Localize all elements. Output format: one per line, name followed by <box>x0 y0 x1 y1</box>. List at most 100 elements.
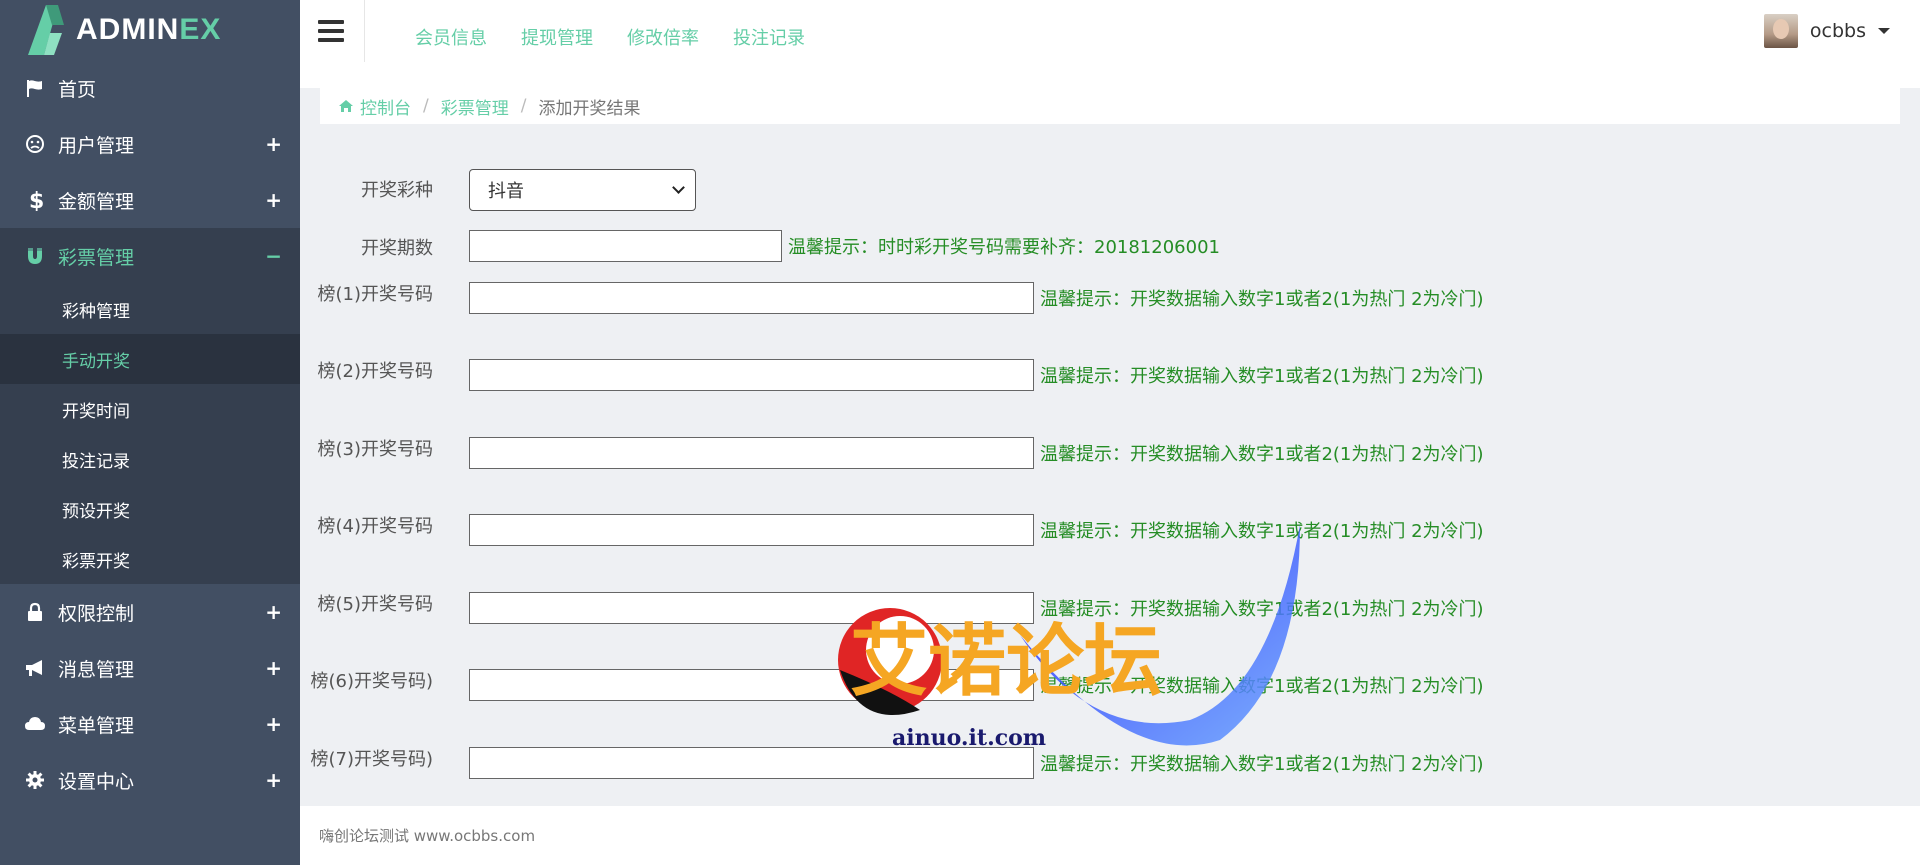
rank-input[interactable] <box>469 592 1034 624</box>
period-input[interactable] <box>469 230 782 262</box>
form-row-rank: 榜(5)开奖号码 温馨提示：开奖数据输入数字1或者2(1为热门 2为冷门) <box>300 592 1484 624</box>
expand-icon: + <box>265 768 282 792</box>
form-row-rank: 榜(3)开奖号码 温馨提示：开奖数据输入数字1或者2(1为热门 2为冷门) <box>300 437 1484 469</box>
form-row-rank: 榜(1)开奖号码 温馨提示：开奖数据输入数字1或者2(1为热门 2为冷门) <box>300 282 1484 314</box>
top-header: 会员信息 提现管理 修改倍率 投注记录 ocbbs <box>300 0 1920 88</box>
expand-icon: + <box>265 712 282 736</box>
lock-icon <box>24 601 46 623</box>
chevron-down-icon <box>672 181 685 194</box>
form-row-rank: 榜(7)开奖号码) 温馨提示：开奖数据输入数字1或者2(1为热门 2为冷门) <box>300 747 1484 779</box>
user-menu[interactable]: ocbbs <box>1763 14 1890 48</box>
sidebar: ADMINEX 首页 用户管理 + $ 金额管理 + 彩票管理 − 彩种管理 手… <box>0 0 300 865</box>
sidebar-item-label: 首页 <box>58 78 97 101</box>
sidebar-item-settings[interactable]: 设置中心 + <box>0 752 300 808</box>
rank-input[interactable] <box>469 514 1034 546</box>
rank-input[interactable] <box>469 282 1034 314</box>
period-label: 开奖期数 <box>361 238 433 259</box>
form-row-period: 开奖期数 温馨提示：时时彩开奖号码需要补齐：20181206001 <box>300 230 1220 262</box>
rank-hint: 温馨提示：开奖数据输入数字1或者2(1为热门 2为冷门) <box>1040 289 1484 310</box>
top-nav-bet-records[interactable]: 投注记录 <box>733 24 805 50</box>
period-hint: 温馨提示：时时彩开奖号码需要补齐：20181206001 <box>788 237 1220 258</box>
rank-label: 榜(5)开奖号码 <box>317 594 434 615</box>
draw-result-form: 开奖彩种 抖音 开奖期数 温馨提示：时时彩开奖号码需要补齐：2018120600… <box>300 124 1920 806</box>
rank-hint: 温馨提示：开奖数据输入数字1或者2(1为热门 2为冷门) <box>1040 366 1484 387</box>
sidebar-subitem-draw-time[interactable]: 开奖时间 <box>0 384 300 434</box>
hamburger-menu-icon[interactable] <box>318 20 344 42</box>
logo-mark-icon <box>24 3 66 57</box>
sidebar-item-label: 金额管理 <box>58 190 135 213</box>
rank-hint: 温馨提示：开奖数据输入数字1或者2(1为热门 2为冷门) <box>1040 676 1484 697</box>
sidebar-subitem-bet-records[interactable]: 投注记录 <box>0 434 300 484</box>
rank-hint: 温馨提示：开奖数据输入数字1或者2(1为热门 2为冷门) <box>1040 754 1484 775</box>
rank-input[interactable] <box>469 747 1034 779</box>
user-name: ocbbs <box>1809 20 1866 42</box>
rank-hint: 温馨提示：开奖数据输入数字1或者2(1为热门 2为冷门) <box>1040 521 1484 542</box>
breadcrumb-separator: / <box>520 96 527 116</box>
sidebar-item-label: 菜单管理 <box>58 714 135 737</box>
dollar-icon: $ <box>24 189 46 211</box>
form-row-lottery: 开奖彩种 抖音 <box>300 169 696 211</box>
collapse-icon: − <box>265 244 282 268</box>
expand-icon: + <box>265 656 282 680</box>
expand-icon: + <box>265 132 282 156</box>
bullhorn-icon <box>24 657 46 679</box>
cloud-icon <box>24 713 46 735</box>
rank-label: 榜(6)开奖号码) <box>310 671 433 692</box>
footer: 嗨创论坛测试 www.ocbbs.com <box>300 806 1920 865</box>
logo[interactable]: ADMINEX <box>0 0 300 60</box>
sidebar-item-messages[interactable]: 消息管理 + <box>0 640 300 696</box>
lottery-type-label: 开奖彩种 <box>361 180 433 201</box>
breadcrumb-home[interactable]: 控制台 <box>360 94 411 119</box>
breadcrumb-current: 添加开奖结果 <box>538 98 641 119</box>
sidebar-item-label: 消息管理 <box>58 658 135 681</box>
sidebar-item-home[interactable]: 首页 <box>0 60 300 116</box>
sidebar-item-users[interactable]: 用户管理 + <box>0 116 300 172</box>
home-icon <box>338 99 354 113</box>
logo-text: ADMINEX <box>76 13 222 46</box>
form-row-rank: 榜(4)开奖号码 温馨提示：开奖数据输入数字1或者2(1为热门 2为冷门) <box>300 514 1484 546</box>
top-nav: 会员信息 提现管理 修改倍率 投注记录 <box>415 24 839 50</box>
expand-icon: + <box>265 600 282 624</box>
form-row-rank: 榜(2)开奖号码 温馨提示：开奖数据输入数字1或者2(1为热门 2为冷门) <box>300 359 1484 391</box>
sidebar-menu: 首页 用户管理 + $ 金额管理 + 彩票管理 − 彩种管理 手动开奖 开奖时间… <box>0 60 300 808</box>
rank-label: 榜(2)开奖号码 <box>317 361 434 382</box>
sidebar-item-label: 设置中心 <box>58 770 135 793</box>
rank-label: 榜(3)开奖号码 <box>317 439 434 460</box>
rank-hint: 温馨提示：开奖数据输入数字1或者2(1为热门 2为冷门) <box>1040 444 1484 465</box>
lottery-type-select[interactable]: 抖音 <box>469 169 696 211</box>
flag-icon <box>24 77 46 99</box>
breadcrumb-section[interactable]: 彩票管理 <box>441 94 509 119</box>
gear-icon <box>24 769 46 791</box>
rank-label: 榜(1)开奖号码 <box>317 284 434 305</box>
top-nav-withdrawals[interactable]: 提现管理 <box>521 24 593 50</box>
rank-label: 榜(7)开奖号码) <box>310 749 433 770</box>
breadcrumb-separator: / <box>423 96 429 116</box>
form-row-rank: 榜(6)开奖号码) 温馨提示：开奖数据输入数字1或者2(1为热门 2为冷门) <box>300 669 1484 701</box>
header-divider <box>364 0 365 62</box>
top-nav-member-info[interactable]: 会员信息 <box>415 24 487 50</box>
sidebar-subitem-lottery-draw[interactable]: 彩票开奖 <box>0 534 300 584</box>
avatar <box>1763 14 1798 48</box>
rank-input[interactable] <box>469 669 1034 701</box>
sidebar-subitem-lottery-types[interactable]: 彩种管理 <box>0 284 300 334</box>
top-nav-odds[interactable]: 修改倍率 <box>627 24 699 50</box>
caret-down-icon <box>1878 28 1890 34</box>
svg-text:$: $ <box>29 189 44 211</box>
rank-input[interactable] <box>469 437 1034 469</box>
breadcrumb: 控制台 / 彩票管理 / 添加开奖结果 <box>320 88 1900 124</box>
user-face-icon <box>24 133 46 155</box>
sidebar-item-menus[interactable]: 菜单管理 + <box>0 696 300 752</box>
expand-icon: + <box>265 188 282 212</box>
sidebar-item-permissions[interactable]: 权限控制 + <box>0 584 300 640</box>
rank-label: 榜(4)开奖号码 <box>317 516 434 537</box>
sidebar-submenu: 彩种管理 手动开奖 开奖时间 投注记录 预设开奖 彩票开奖 <box>0 284 300 584</box>
magnet-icon <box>24 245 46 267</box>
rank-input[interactable] <box>469 359 1034 391</box>
sidebar-item-label: 权限控制 <box>58 602 135 625</box>
sidebar-item-finance[interactable]: $ 金额管理 + <box>0 172 300 228</box>
rank-hint: 温馨提示：开奖数据输入数字1或者2(1为热门 2为冷门) <box>1040 599 1484 620</box>
sidebar-subitem-preset-draw[interactable]: 预设开奖 <box>0 484 300 534</box>
footer-text: 嗨创论坛测试 www.ocbbs.com <box>319 827 536 845</box>
sidebar-subitem-manual-draw[interactable]: 手动开奖 <box>0 334 300 384</box>
sidebar-item-lottery[interactable]: 彩票管理 − <box>0 228 300 284</box>
